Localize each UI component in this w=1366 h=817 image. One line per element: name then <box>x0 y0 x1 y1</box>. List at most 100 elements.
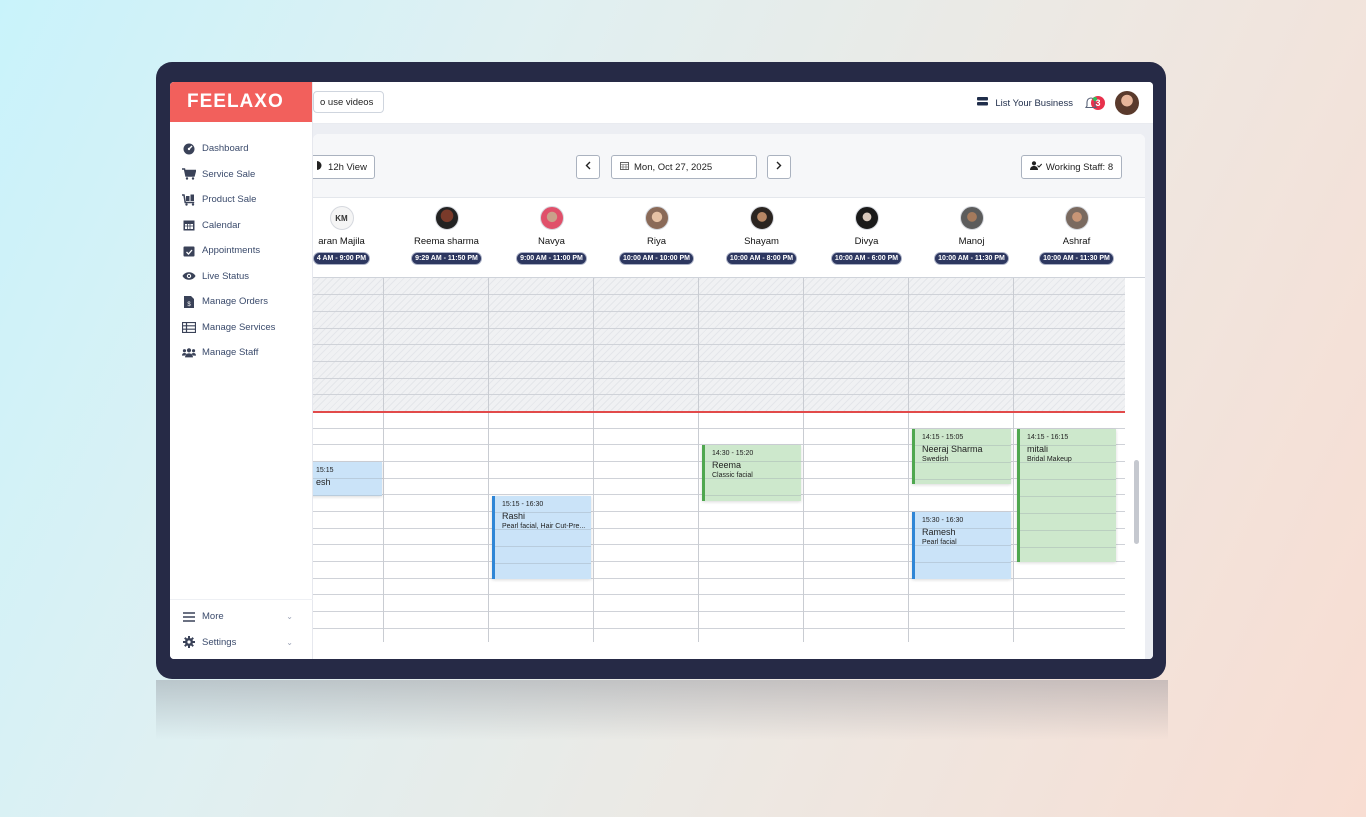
staff-avatar: KM <box>329 206 354 230</box>
staff-column <box>489 278 594 642</box>
staff-column <box>313 278 384 642</box>
sidebar-item-label: Settings <box>202 636 237 648</box>
user-avatar[interactable] <box>1115 91 1139 115</box>
staff-hours-badge: 10:00 AM - 10:00 PM <box>618 252 695 265</box>
appointment-card[interactable]: 14:15 - 16:15 mitali Bridal Makeup <box>1017 429 1116 562</box>
appointment-time: 14:15 - 16:15 <box>1027 434 1069 441</box>
appointment-card[interactable]: 15:15 esh <box>313 462 382 496</box>
view-toggle-label: 12h View <box>328 161 367 173</box>
staff-column-header[interactable]: Reema sharma 9:29 AM - 11:50 PM <box>394 206 499 265</box>
appointment-card[interactable]: 15:15 - 16:30 Rashi Pearl facial, Hair C… <box>492 496 591 579</box>
app-logo[interactable]: FEELAXO <box>170 82 312 122</box>
staff-column-header[interactable]: Navya 9:00 AM - 11:00 PM <box>499 206 604 265</box>
how-to-use-videos-button[interactable]: o use videos <box>313 91 385 113</box>
staff-column-header[interactable]: Divya 10:00 AM - 6:00 PM <box>814 206 919 265</box>
slot-lines <box>495 496 591 579</box>
appointment-time: 15:30 - 16:30 <box>922 517 964 524</box>
sidebar-item-label: Appointments <box>202 245 261 257</box>
sidebar-item-label: Live Status <box>202 270 249 282</box>
appointment-card[interactable]: 14:30 - 15:20 Reema Classic facial <box>702 445 801 501</box>
top-right-actions: List Your Business 3 <box>977 91 1139 115</box>
staff-avatar <box>1064 206 1089 230</box>
sidebar-item-dashboard[interactable]: Dashboard <box>170 136 312 162</box>
chevron-down-icon: ⌄ <box>286 637 293 647</box>
current-time-indicator <box>313 411 1125 413</box>
sidebar-item-manage-orders[interactable]: $ Manage Orders <box>170 289 312 315</box>
sidebar-item-product-sale[interactable]: Product Sale <box>170 187 312 213</box>
sidebar-item-manage-services[interactable]: Manage Services <box>170 315 312 341</box>
sidebar-item-appointments[interactable]: Appointments <box>170 238 312 264</box>
appointment-client: mitali <box>1027 444 1049 454</box>
staff-column <box>804 278 909 642</box>
sidebar-item-label: Dashboard <box>202 143 249 155</box>
appointment-client: esh <box>316 477 331 487</box>
sidebar-item-label: More <box>202 611 224 623</box>
staff-column-header[interactable]: Shayam 10:00 AM - 8:00 PM <box>709 206 814 265</box>
schedule-grid[interactable]: 15:15 esh 15:15 - 16:30 Rashi Pearl faci… <box>313 278 1125 642</box>
user-check-icon <box>1029 161 1042 173</box>
staff-hours-badge: 10:00 AM - 11:30 PM <box>1039 252 1114 265</box>
staff-name: Riya <box>646 236 666 247</box>
list-your-business-link[interactable]: List Your Business <box>977 97 1073 109</box>
selected-date: Mon, Oct 27, 2025 <box>634 161 713 173</box>
staff-hours-badge: 9:00 AM - 11:00 PM <box>516 252 587 265</box>
sidebar-item-calendar[interactable]: Calendar <box>170 213 312 239</box>
sidebar-item-settings[interactable]: Settings ⌄ <box>170 630 313 656</box>
appointment-service: Swedish <box>922 456 949 463</box>
staff-name: Divya <box>854 236 879 247</box>
view-toggle-button[interactable]: 12h View <box>313 155 375 179</box>
next-day-button[interactable] <box>767 155 791 179</box>
appointment-service: Pearl facial <box>922 539 957 546</box>
staff-avatar <box>749 206 774 230</box>
appointment-time: 15:15 <box>316 467 334 474</box>
sidebar: FEELAXO Dashboard Service Sale Product S… <box>170 82 313 659</box>
calendar-icon <box>620 161 629 173</box>
calendar-card: 12h View Mon, Oct 27, 2025 Working Staff… <box>313 134 1145 659</box>
sidebar-item-label: Calendar <box>202 219 241 231</box>
chevron-right-icon <box>776 161 782 173</box>
staff-avatar <box>539 206 564 230</box>
sidebar-item-more[interactable]: More ⌄ <box>170 604 313 630</box>
staff-column-header[interactable]: Manoj 10:00 AM - 11:30 PM <box>919 206 1024 265</box>
notifications[interactable]: 3 <box>1083 95 1105 111</box>
device-reflection <box>156 680 1168 740</box>
sidebar-item-label: Manage Staff <box>202 347 259 359</box>
appointment-service: Classic facial <box>712 472 753 479</box>
staff-name: Ashraf <box>1062 236 1091 247</box>
appointment-card[interactable]: 15:30 - 16:30 Ramesh Pearl facial <box>912 512 1011 579</box>
sidebar-item-manage-staff[interactable]: Manage Staff <box>170 340 312 366</box>
sidebar-item-live-status[interactable]: Live Status <box>170 264 312 290</box>
menu-icon <box>182 611 196 623</box>
bell-icon <box>1083 95 1099 111</box>
cart-icon <box>182 168 196 180</box>
staff-name: Navya <box>538 236 565 247</box>
staff-column-header[interactable]: Riya 10:00 AM - 10:00 PM <box>604 206 709 265</box>
appointment-client: Rashi <box>502 511 526 521</box>
previous-day-button[interactable] <box>576 155 600 179</box>
staff-column-header[interactable]: KM aran Majila 4 AM - 9:00 PM <box>313 206 394 265</box>
sidebar-nav: Dashboard Service Sale Product Sale Cale… <box>170 122 312 366</box>
staff-name: Shayam <box>744 236 779 247</box>
staff-column-header[interactable]: Ashraf 10:00 AM - 11:30 PM <box>1024 206 1129 265</box>
sidebar-item-label: Manage Services <box>202 321 276 333</box>
staff-avatar <box>959 206 984 230</box>
sidebar-bottom: More ⌄ Settings ⌄ <box>170 599 313 655</box>
working-staff-button[interactable]: Working Staff: 8 <box>1021 155 1122 179</box>
gear-icon <box>182 636 196 649</box>
sidebar-item-service-sale[interactable]: Service Sale <box>170 162 312 188</box>
cart-loaded-icon <box>182 194 196 206</box>
appointment-time: 14:15 - 15:05 <box>922 434 964 441</box>
date-picker[interactable]: Mon, Oct 27, 2025 <box>611 155 757 179</box>
appointment-client: Ramesh <box>922 527 956 537</box>
appointment-card[interactable]: 14:15 - 15:05 Neeraj Sharma Swedish <box>912 429 1011 484</box>
chevron-left-icon <box>585 161 591 173</box>
vertical-scrollbar[interactable] <box>1134 460 1139 544</box>
top-bar: o use videos List Your Business 3 <box>313 82 1153 124</box>
sidebar-item-label: Product Sale <box>202 194 257 206</box>
staff-name: Manoj <box>958 236 985 247</box>
eye-icon <box>182 270 196 282</box>
staff-name: Reema sharma <box>414 236 479 247</box>
appointment-time: 15:15 - 16:30 <box>502 501 544 508</box>
calendar-check-icon <box>182 245 196 257</box>
staff-hours-badge: 9:29 AM - 11:50 PM <box>411 252 482 265</box>
